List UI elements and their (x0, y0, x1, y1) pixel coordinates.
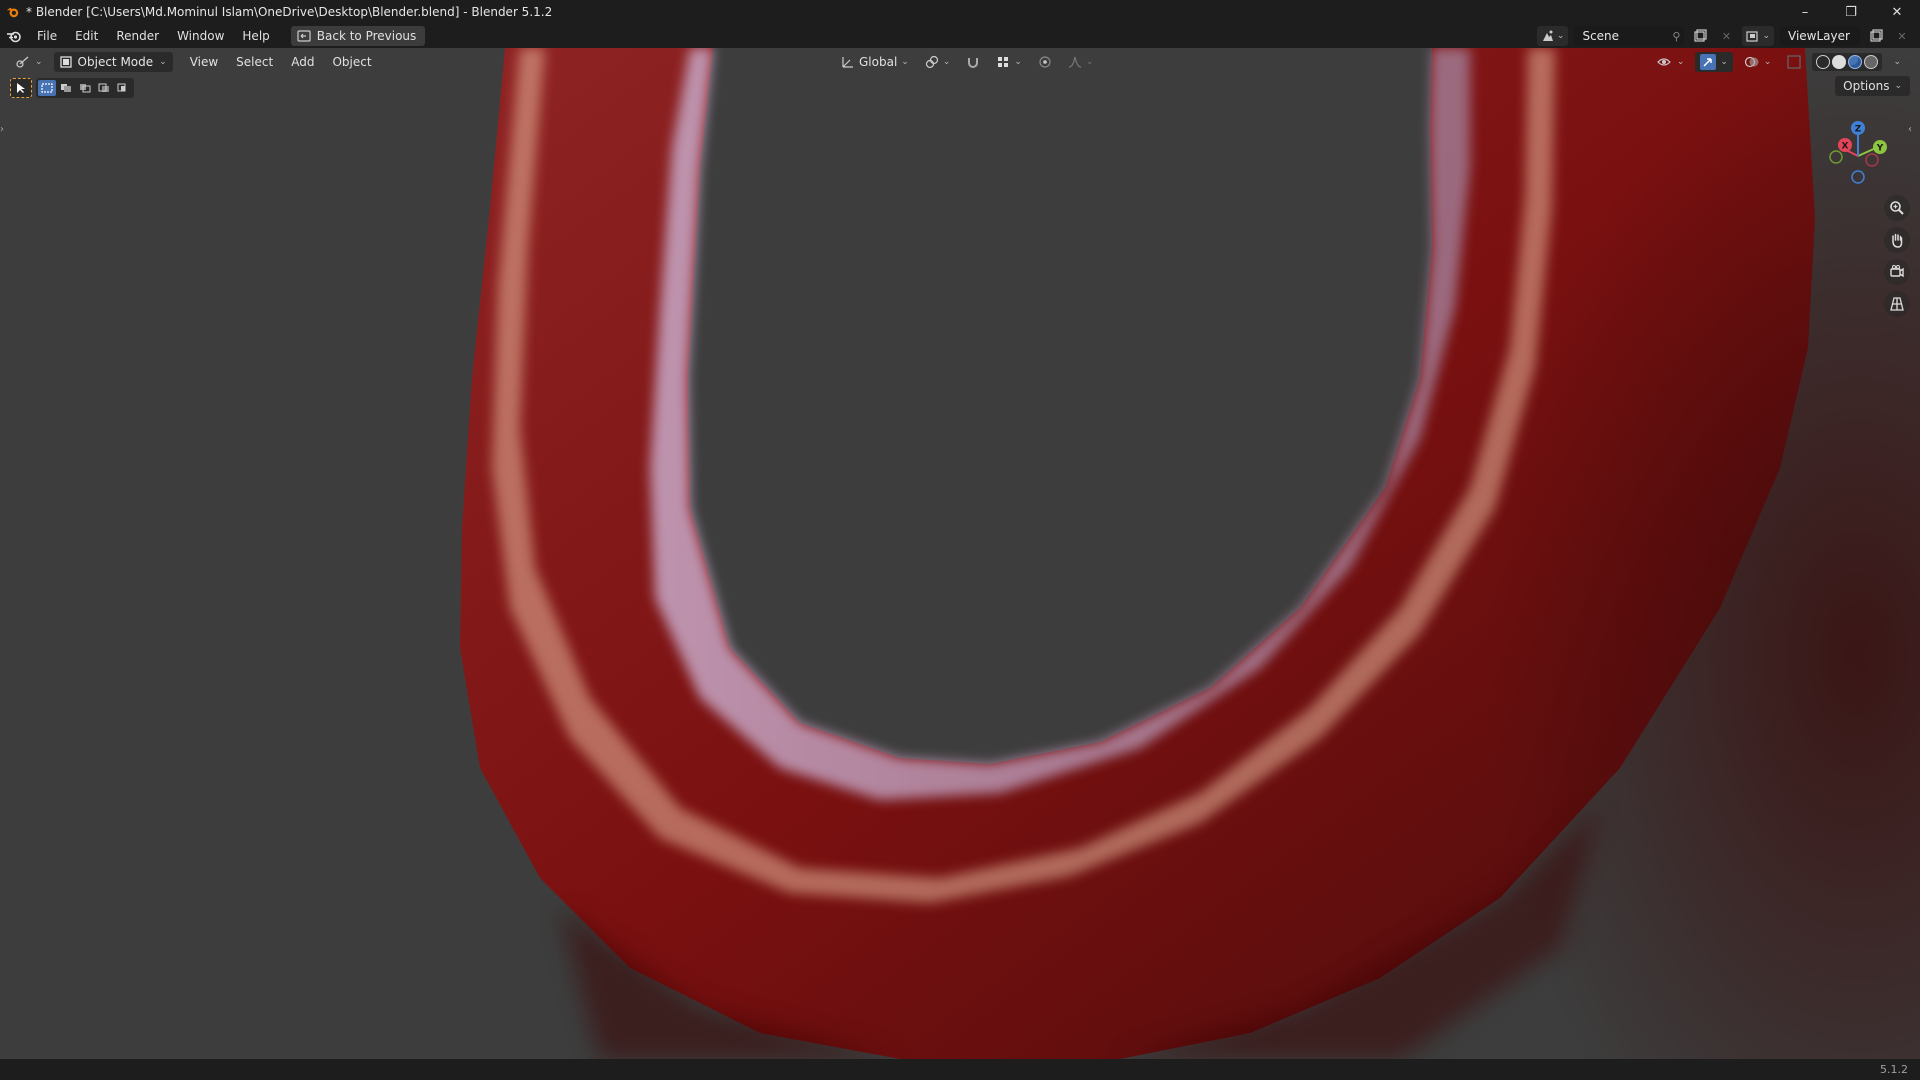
magnet-icon (968, 58, 979, 68)
status-bar: 5.1.2 (0, 1059, 1920, 1080)
top-menu-bar: File Edit Render Window Help Back to Pre… (0, 24, 1920, 48)
menu-help[interactable]: Help (233, 24, 278, 48)
neg-z-axis-icon[interactable] (1851, 170, 1865, 184)
eye-pointer-icon (1656, 58, 1671, 66)
view-layer-selector-button[interactable]: ⌄ (1742, 26, 1774, 46)
overlays-icon (1744, 56, 1759, 68)
navigation-gizmo[interactable]: Z Y X (1814, 110, 1904, 200)
scene-icon (1542, 30, 1553, 41)
material-preview-shading-icon[interactable] (1848, 55, 1863, 69)
falloff-curve-icon (1068, 56, 1082, 68)
3d-viewport[interactable]: ⌄ Object Mode ⌄ View Select Add Object G… (0, 48, 1920, 1059)
proportional-falloff-dropdown[interactable]: ⌄ (1063, 52, 1099, 72)
editor-type-button[interactable]: ⌄ (10, 52, 48, 72)
version-label: 5.1.2 (1880, 1063, 1908, 1076)
selection-extend-icon[interactable] (57, 80, 75, 96)
selection-intersect-icon[interactable] (114, 80, 132, 96)
neg-y-axis-icon[interactable] (1829, 150, 1843, 164)
scene-name: Scene (1582, 29, 1620, 43)
orientation-axes-icon (842, 57, 853, 68)
camera-view-icon[interactable] (1884, 259, 1910, 285)
cursor-arrow-icon (17, 83, 25, 93)
blender-logo-icon[interactable] (0, 24, 28, 48)
snap-toggle[interactable] (961, 52, 985, 72)
maximize-button[interactable]: ❐ (1828, 0, 1874, 24)
object-mode-dropdown[interactable]: Object Mode ⌄ (53, 52, 173, 72)
proportional-edit-icon (1039, 56, 1051, 68)
back-to-previous-button[interactable]: Back to Previous (290, 26, 426, 46)
selectability-visibility-dropdown[interactable]: ⌄ (1652, 52, 1690, 72)
selection-mode-group (36, 78, 134, 98)
neg-x-axis-icon[interactable] (1865, 153, 1879, 167)
menu-render[interactable]: Render (107, 24, 168, 48)
xray-toggle[interactable] (1782, 52, 1806, 72)
solid-shading-icon[interactable] (1832, 55, 1847, 69)
viewport-menu-view[interactable]: View (181, 55, 227, 69)
scene-name-field[interactable]: Scene ⚲ (1574, 26, 1685, 46)
z-axis-label: Z (1855, 125, 1862, 135)
view-layer-field[interactable]: ViewLayer (1780, 26, 1860, 46)
menu-file[interactable]: File (28, 24, 66, 48)
y-axis-label: Y (1876, 144, 1884, 154)
object-mode-icon (59, 56, 72, 68)
title-bar: * Blender [C:\Users\Md.Mominul Islam\One… (0, 0, 1920, 24)
viewport-shading-group (1812, 53, 1883, 71)
x-axis-label: X (1842, 142, 1849, 152)
wireframe-shading-icon[interactable] (1816, 55, 1831, 69)
3d-viewport-editor-icon (16, 56, 29, 68)
remove-scene-icon[interactable]: ✕ (1716, 26, 1736, 46)
snap-target-dropdown[interactable]: ⌄ (991, 52, 1027, 72)
viewport-header: ⌄ Object Mode ⌄ View Select Add Object G… (0, 48, 1920, 76)
remove-view-layer-icon[interactable]: ✕ (1892, 26, 1912, 46)
menu-edit[interactable]: Edit (66, 24, 107, 48)
sidebar-expand-arrow-icon[interactable]: ‹ (1908, 124, 1918, 140)
xray-icon (1787, 55, 1802, 69)
back-button-label: Back to Previous (316, 29, 417, 43)
pivot-icon (925, 55, 938, 69)
options-dropdown[interactable]: Options ⌄ (1835, 76, 1910, 96)
transform-orientation-dropdown[interactable]: Global ⌄ (836, 52, 914, 72)
viewport-menu-select[interactable]: Select (227, 55, 282, 69)
close-button[interactable]: ✕ (1874, 0, 1920, 24)
rendered-shading-icon[interactable] (1864, 55, 1879, 69)
transform-orientation-label: Global (859, 55, 898, 69)
menu-window[interactable]: Window (168, 24, 233, 48)
proportional-editing-toggle[interactable] (1033, 52, 1057, 72)
pivot-point-dropdown[interactable]: ⌄ (920, 52, 956, 72)
gizmo-toggle[interactable]: ⌄ (1695, 52, 1733, 72)
view-layer-name: ViewLayer (1788, 29, 1850, 43)
shading-options-dropdown[interactable]: ⌄ (1888, 52, 1906, 72)
new-view-layer-icon[interactable] (1866, 26, 1886, 46)
snap-grid-icon (998, 57, 1009, 67)
viewport-menu-add[interactable]: Add (282, 55, 323, 69)
red-torus-object[interactable] (0, 48, 1920, 1059)
toolbar-expand-arrow-icon[interactable]: › (0, 124, 10, 140)
viewport-menu-object[interactable]: Object (323, 55, 380, 69)
minimize-button[interactable]: – (1782, 0, 1828, 24)
options-label: Options (1843, 79, 1890, 93)
scene-selector-button[interactable]: ⌄ (1536, 26, 1569, 46)
object-mode-label: Object Mode (77, 55, 154, 69)
navigation-buttons (1884, 195, 1910, 317)
new-scene-icon[interactable] (1690, 26, 1710, 46)
tool-settings-bar (10, 76, 134, 100)
select-tool-button[interactable] (10, 78, 32, 98)
gizmo-icon (1700, 54, 1717, 70)
back-screen-icon (297, 30, 311, 42)
blender-app-icon (6, 7, 19, 18)
selection-invert-icon[interactable] (95, 80, 113, 96)
pin-icon[interactable]: ⚲ (1672, 30, 1680, 43)
pan-hand-icon[interactable] (1884, 227, 1910, 253)
view-layer-icon (1746, 31, 1759, 42)
zoom-magnifier-icon[interactable] (1884, 195, 1910, 221)
selection-new-icon[interactable] (38, 80, 56, 96)
overlays-toggle[interactable]: ⌄ (1739, 52, 1777, 72)
perspective-grid-icon[interactable] (1884, 291, 1910, 317)
window-title: * Blender [C:\Users\Md.Mominul Islam\One… (26, 5, 553, 19)
selection-subtract-icon[interactable] (76, 80, 94, 96)
